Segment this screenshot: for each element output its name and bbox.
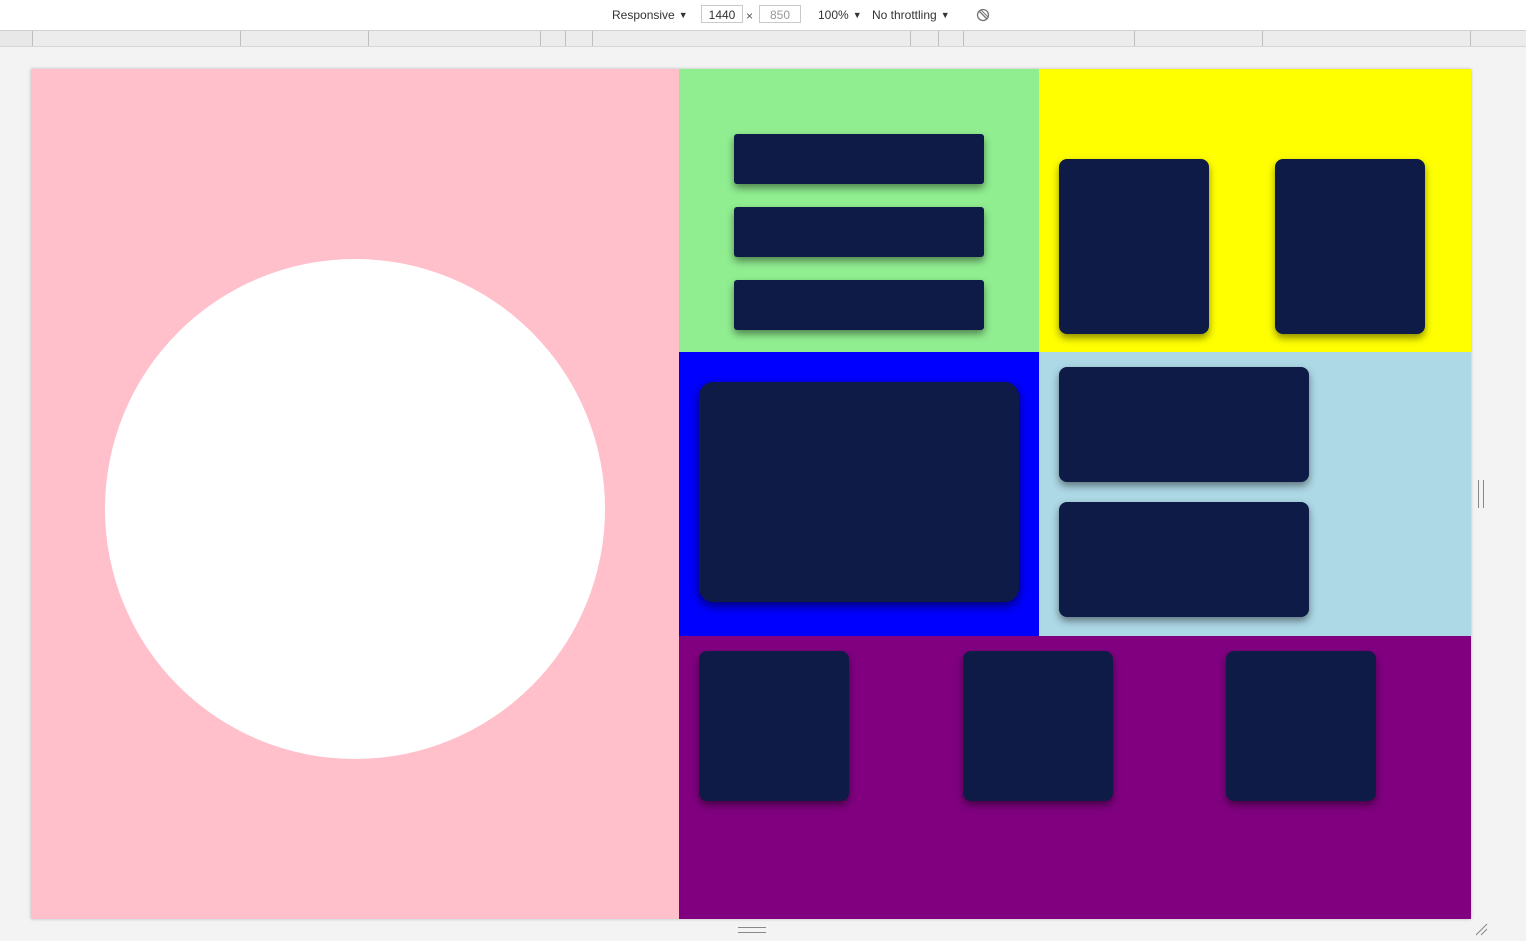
media-query-segment[interactable]: [1134, 31, 1262, 46]
device-mode-dropdown[interactable]: Responsive ▼: [612, 8, 688, 22]
yellow-panel: [1039, 69, 1471, 352]
pink-panel: [31, 69, 679, 919]
yellow-tile-1: [1059, 159, 1209, 334]
yellow-tile-2: [1275, 159, 1425, 334]
rotate-disabled-icon[interactable]: [976, 8, 990, 22]
corner-resize-icon[interactable]: [1474, 922, 1488, 936]
media-query-segment[interactable]: [540, 31, 565, 46]
blue-panel: [679, 352, 1039, 636]
media-query-segment[interactable]: [368, 31, 540, 46]
purple-panel: [679, 636, 1471, 919]
media-query-segment[interactable]: [963, 31, 1134, 46]
bottom-resize-handle[interactable]: [738, 927, 766, 933]
width-input[interactable]: 1440: [701, 5, 743, 23]
chevron-down-icon: ▼: [678, 10, 688, 20]
media-query-bar[interactable]: [0, 31, 1526, 47]
media-query-segment[interactable]: [1262, 31, 1470, 46]
emulated-viewport: [31, 69, 1471, 919]
green-bar-3: [734, 280, 984, 330]
white-circle: [105, 259, 605, 759]
device-toolbar: Responsive ▼ 1440 × 850 100% ▼ No throttli…: [0, 0, 1526, 31]
media-query-segment[interactable]: [592, 31, 910, 46]
chevron-down-icon: ▼: [852, 10, 862, 20]
media-query-segment[interactable]: [565, 31, 592, 46]
light-blue-panel: [1039, 352, 1471, 636]
purple-square-2: [963, 651, 1113, 801]
light-blue-card-2: [1059, 502, 1309, 617]
light-blue-card-1: [1059, 367, 1309, 482]
throttling-label: No throttling: [872, 8, 937, 22]
green-panel: [679, 69, 1039, 352]
right-resize-handle[interactable]: [1478, 480, 1484, 508]
throttling-dropdown[interactable]: No throttling ▼: [872, 8, 950, 22]
green-bar-1: [734, 134, 984, 184]
device-mode-label: Responsive: [612, 8, 675, 22]
blue-card: [699, 382, 1019, 602]
zoom-label: 100%: [818, 8, 849, 22]
zoom-dropdown[interactable]: 100% ▼: [818, 8, 862, 22]
purple-square-1: [699, 651, 849, 801]
media-query-segment[interactable]: [1470, 31, 1526, 46]
media-query-segment[interactable]: [32, 31, 240, 46]
chevron-down-icon: ▼: [940, 10, 950, 20]
media-query-segment[interactable]: [240, 31, 368, 46]
media-query-segment[interactable]: [938, 31, 963, 46]
purple-square-3: [1226, 651, 1376, 801]
media-query-segment[interactable]: [910, 31, 938, 46]
green-bar-2: [734, 207, 984, 257]
dimension-separator: ×: [746, 9, 754, 23]
height-input[interactable]: 850: [759, 5, 801, 23]
